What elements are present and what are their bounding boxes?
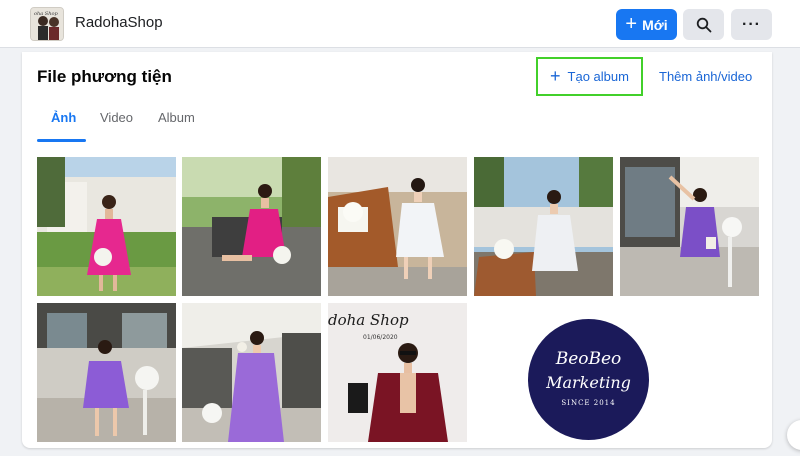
search-button[interactable] xyxy=(683,9,724,40)
tab-photos[interactable]: Ảnh xyxy=(51,110,76,125)
watermark-line1: BeoBeo xyxy=(555,349,622,369)
photo-thumbnail[interactable]: doha Shop 01/06/2020 xyxy=(328,303,467,442)
search-icon xyxy=(696,17,711,32)
plus-icon: + xyxy=(550,65,561,86)
plus-icon: + xyxy=(625,12,638,35)
active-tab-indicator xyxy=(37,139,86,142)
tab-albums[interactable]: Album xyxy=(158,110,195,125)
photo-thumbnail[interactable] xyxy=(620,157,759,296)
watermark-line2: Marketing xyxy=(546,373,631,392)
photo-thumbnail[interactable] xyxy=(37,303,176,442)
photo-thumbnail[interactable] xyxy=(474,157,613,296)
tab-videos[interactable]: Video xyxy=(100,110,133,125)
watermark-line3: SINCE 2014 xyxy=(561,399,616,407)
page-name[interactable]: RadohaShop xyxy=(75,14,163,31)
svg-text:oha Shop: oha Shop xyxy=(34,11,58,17)
create-album-label: Tạo album xyxy=(567,69,629,84)
add-media-link[interactable]: Thêm ảnh/video xyxy=(659,69,752,84)
create-album-button[interactable]: + Tạo album xyxy=(536,57,643,96)
photo-thumbnail[interactable] xyxy=(182,157,321,296)
new-button-label: Mới xyxy=(642,16,668,33)
more-button[interactable]: ··· xyxy=(731,9,772,40)
more-icon: ··· xyxy=(742,15,761,33)
photo-thumbnail[interactable] xyxy=(328,157,467,296)
section-title: File phương tiện xyxy=(37,67,172,86)
photo-caption: doha Shop xyxy=(328,311,409,329)
photo-thumbnail[interactable] xyxy=(37,157,176,296)
scroll-button[interactable] xyxy=(787,420,800,450)
photo-thumbnail[interactable] xyxy=(182,303,321,442)
page-avatar[interactable]: oha Shop xyxy=(30,7,64,41)
top-bar: oha Shop RadohaShop + Mới ··· xyxy=(0,0,800,48)
photo-date: 01/06/2020 xyxy=(363,334,398,341)
new-button[interactable]: + Mới xyxy=(616,9,677,40)
watermark-logo: BeoBeo Marketing SINCE 2014 xyxy=(528,319,649,440)
